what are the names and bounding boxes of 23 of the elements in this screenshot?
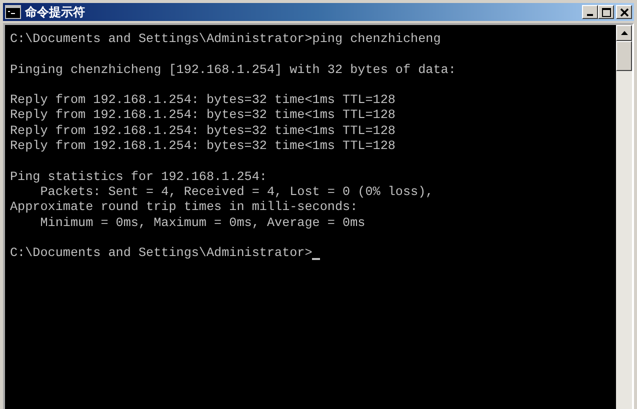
maximize-icon [602,8,610,16]
console-line: Approximate round trip times in milli-seconds: [10,200,358,216]
console-icon [5,5,21,19]
console-line: Pinging chenzhicheng [192.168.1.254] with 32 bytes of data: [10,62,456,78]
console-line: C:\Documents and Settings\Administrator> [10,246,312,262]
console-line: Reply from 192.168.1.254: bytes=32 time<1ms TTL=128 [10,108,396,124]
console-line: Reply from 192.168.1.254: bytes=32 time<1ms TTL=128 [10,93,396,108]
minimize-button[interactable] [582,5,598,19]
scrollbar-thumb[interactable] [616,41,632,71]
up-arrow-icon [620,31,628,35]
maximize-button[interactable] [598,5,614,19]
console-line: Ping statistics for 192.168.1.254: [10,170,267,185]
scroll-up-button[interactable] [616,25,632,41]
console-line: C:\Documents and Settings\Administrator>ping chenzhicheng [10,32,441,48]
close-button[interactable] [616,5,632,19]
console-line: Packets: Sent = 4, Received = 4, Lost = 0 (0% loss), [39,184,434,200]
minimize-icon [587,14,593,16]
console-line: Reply from 192.168.1.254: bytes=32 time<1ms TTL=128 [10,139,396,154]
close-icon [620,8,628,16]
console-line: Reply from 192.168.1.254: bytes=32 time<1ms TTL=128 [10,124,396,140]
vertical-scrollbar[interactable] [616,25,632,409]
console-line: Minimum = 0ms, Maximum = 0ms, Average = 0ms [39,216,366,231]
window-title: 命令提示符 [25,4,85,20]
